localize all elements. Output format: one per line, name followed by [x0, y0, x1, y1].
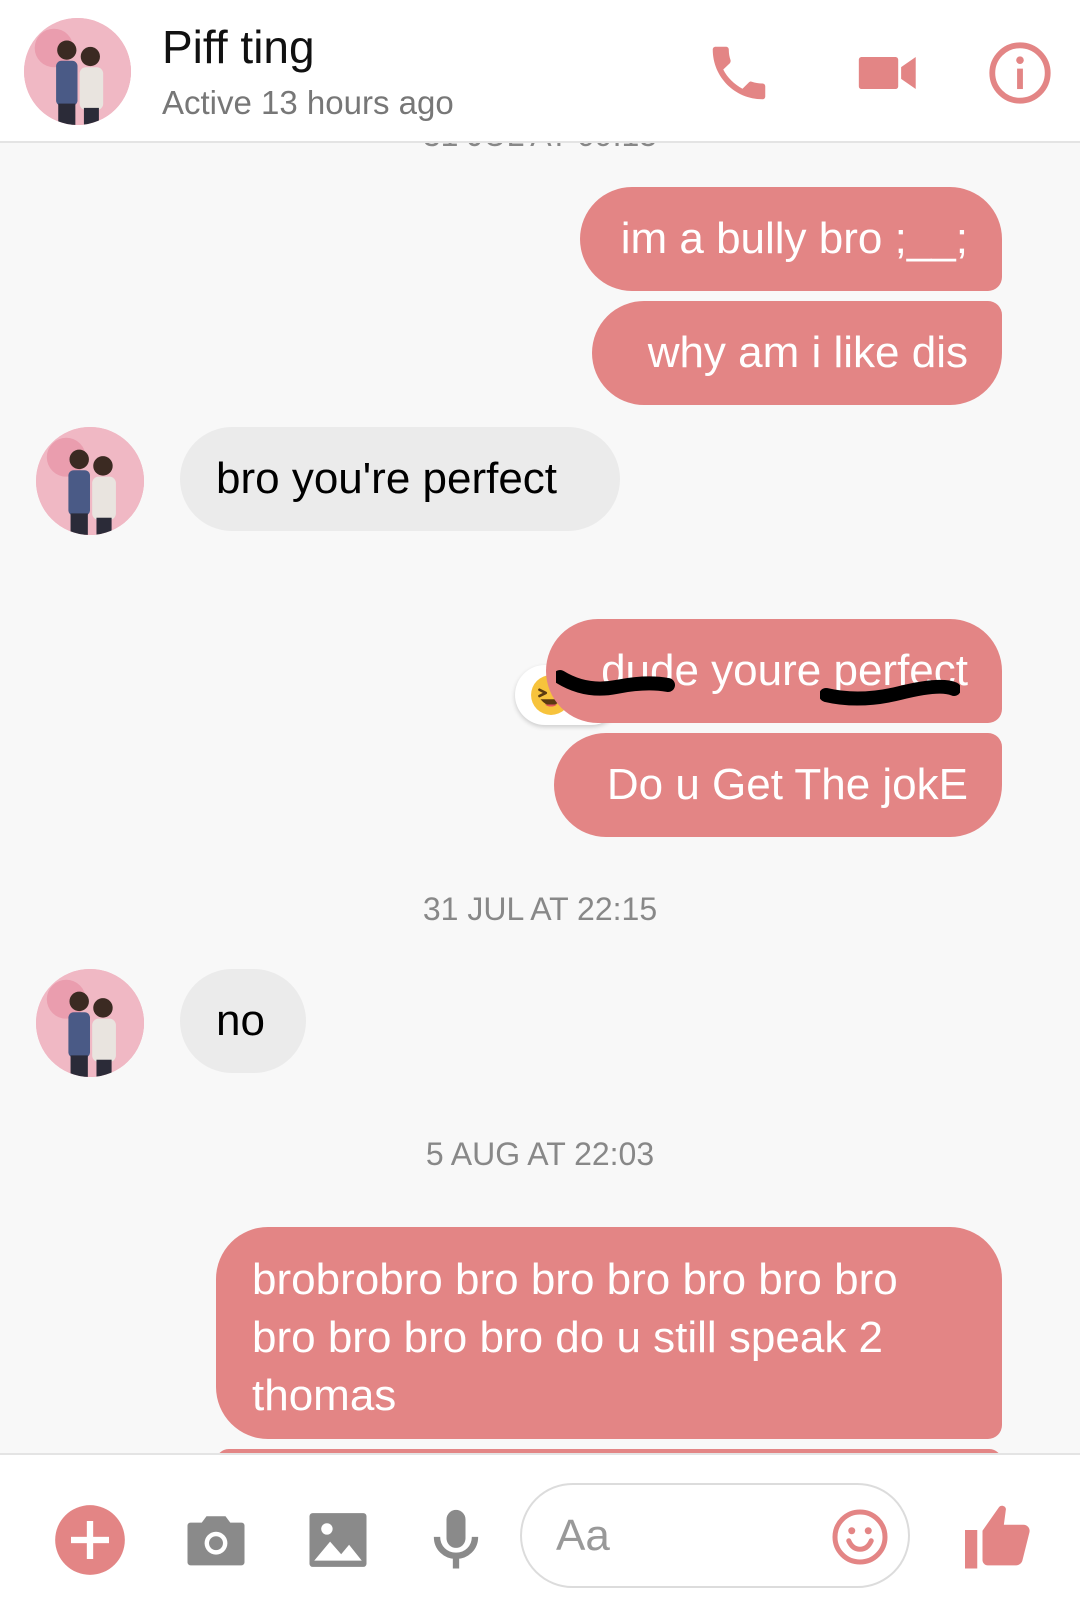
active-status: Active 13 hours ago	[162, 84, 454, 121]
emoji-icon[interactable]	[830, 1507, 890, 1567]
microphone-icon[interactable]	[418, 1502, 494, 1578]
info-icon[interactable]	[985, 38, 1055, 108]
scribble-underline	[556, 670, 675, 696]
message-input-pill[interactable]	[520, 1483, 910, 1588]
video-camera-icon[interactable]	[853, 38, 923, 108]
contact-avatar[interactable]	[24, 18, 131, 125]
sent-message[interactable]: Do u Get The jokE	[554, 733, 1002, 837]
contact-name: Piff ting	[162, 21, 315, 73]
message-input[interactable]	[554, 1505, 818, 1567]
composer-bar	[0, 1453, 1080, 1610]
phone-icon[interactable]	[704, 38, 774, 108]
conversation-header: Piff ting Active 13 hours ago	[0, 0, 1080, 143]
contact-avatar[interactable]	[36, 969, 144, 1077]
sent-message[interactable]: im a bully bro ;__;	[580, 187, 1002, 291]
image-icon[interactable]	[300, 1502, 376, 1578]
timestamp: 5 AUG AT 22:03	[425, 1136, 655, 1172]
scribble-underline	[820, 679, 960, 706]
sent-message[interactable]: brobrobro bro bro bro bro bro bro bro br…	[216, 1227, 1002, 1439]
timestamp: 31 JUL AT 09:15	[0, 143, 1080, 154]
sent-message[interactable]: why am i like dis	[592, 301, 1002, 405]
received-message[interactable]: no	[180, 969, 306, 1073]
received-message[interactable]: bro you're perfect	[180, 427, 620, 531]
timestamp: 31 JUL AT 22:15	[422, 891, 658, 927]
contact-avatar[interactable]	[36, 427, 144, 535]
thumbs-up-icon[interactable]	[958, 1495, 1042, 1579]
message-list[interactable]: 31 JUL AT 09:15 im a bully bro ;__; why …	[0, 143, 1080, 1453]
camera-icon[interactable]	[178, 1502, 254, 1578]
add-icon[interactable]	[52, 1502, 128, 1578]
